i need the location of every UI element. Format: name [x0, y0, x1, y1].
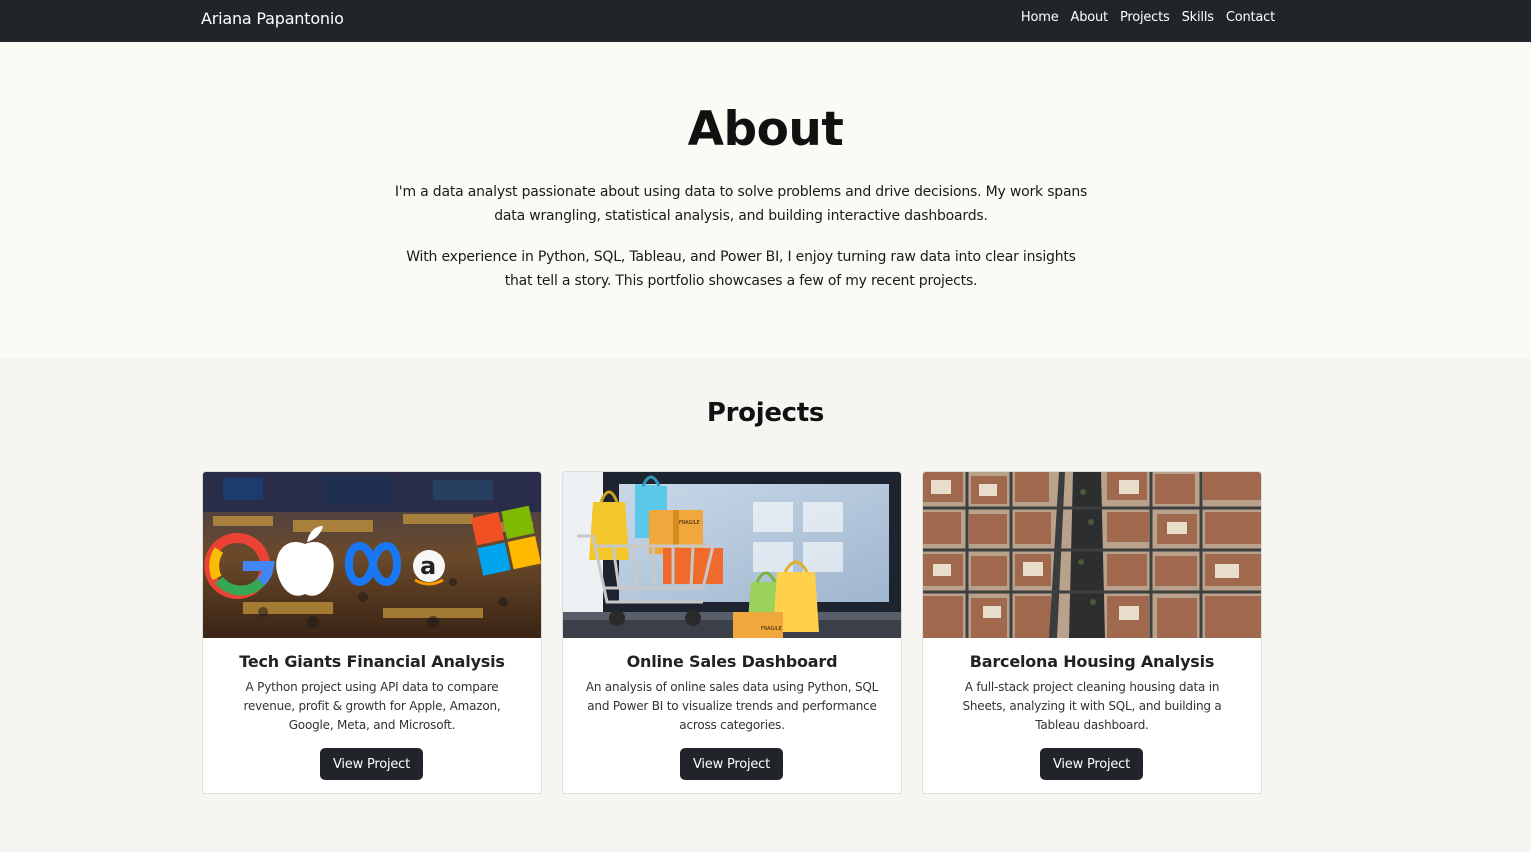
- about-section: About I'm a data analyst passionate abou…: [0, 42, 1531, 358]
- nav-link-projects[interactable]: Projects: [1120, 10, 1170, 25]
- project-card: a Tech Giants Financial Analysis A Pytho…: [202, 471, 542, 794]
- brand-name[interactable]: Ariana Papantonio: [201, 9, 344, 28]
- view-project-button[interactable]: View Project: [1040, 748, 1143, 780]
- view-project-button[interactable]: View Project: [680, 748, 783, 780]
- nav-link-skills[interactable]: Skills: [1182, 10, 1214, 25]
- about-paragraph-1: I'm a data analyst passionate about usin…: [394, 184, 1088, 224]
- projects-section: Projects a Tech Giants Financial Analysi…: [0, 358, 1531, 852]
- svg-text:a: a: [420, 552, 436, 580]
- project-title: Barcelona Housing Analysis: [969, 652, 1215, 671]
- project-card: Barcelona Housing Analysis A full-stack …: [922, 471, 1262, 794]
- fragile-label: FRAGILE: [761, 626, 782, 632]
- navbar: Ariana Papantonio Home About Projects Sk…: [0, 0, 1531, 42]
- fragile-label: FRAGILE: [679, 520, 700, 526]
- shopping-cart-laptop-image: FRAGILE FRAGILE: [563, 472, 901, 638]
- project-description: A full-stack project cleaning housing da…: [962, 680, 1222, 732]
- view-project-button[interactable]: View Project: [320, 748, 423, 780]
- nav-link-about[interactable]: About: [1071, 10, 1109, 25]
- nav-links: Home About Projects Skills Contact: [1021, 10, 1275, 25]
- nav-link-home[interactable]: Home: [1021, 10, 1059, 25]
- project-card: FRAGILE FRAGILE Online Sales Dashboard A…: [562, 471, 902, 794]
- project-description: An analysis of online sales data using P…: [585, 680, 879, 732]
- project-description: A Python project using API data to compa…: [243, 680, 501, 732]
- nav-link-contact[interactable]: Contact: [1226, 10, 1275, 25]
- project-title: Online Sales Dashboard: [626, 652, 838, 671]
- stock-exchange-tech-logos-image: a: [203, 472, 541, 638]
- about-heading: About: [687, 102, 844, 157]
- about-paragraph-2: With experience in Python, SQL, Tableau,…: [406, 249, 1076, 289]
- barcelona-aerial-city-image: [923, 472, 1261, 638]
- project-title: Tech Giants Financial Analysis: [239, 652, 505, 671]
- projects-heading: Projects: [706, 398, 825, 428]
